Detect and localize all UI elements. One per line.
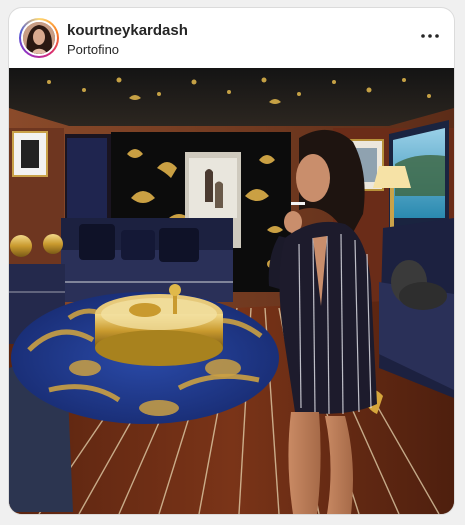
instagram-post-card: kourtneykardash Portofino: [8, 7, 455, 515]
location-link[interactable]: Portofino: [67, 42, 119, 57]
avatar-frame: [21, 20, 57, 56]
more-options-icon[interactable]: [418, 26, 442, 46]
username-link[interactable]: kourtneykardash: [67, 22, 188, 39]
post-photo[interactable]: [9, 68, 454, 514]
avatar-story-ring[interactable]: [19, 18, 59, 58]
post-header: kourtneykardash Portofino: [9, 8, 454, 68]
avatar: [23, 22, 55, 54]
